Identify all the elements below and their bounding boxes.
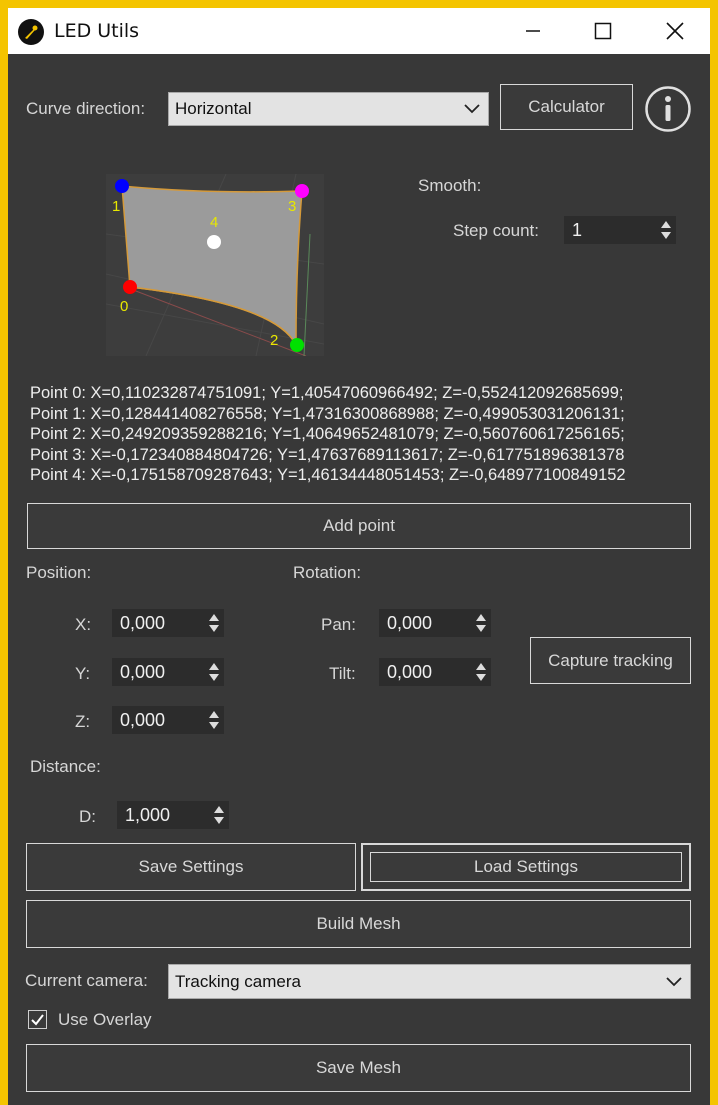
app-window: LED Utils Curve direction: Horizontal Ca…	[0, 0, 718, 1105]
position-y-label: Y:	[75, 664, 91, 683]
pan-value: 0,000	[387, 612, 433, 633]
distance-label: Distance:	[30, 757, 101, 776]
title-bar[interactable]: LED Utils	[8, 8, 710, 54]
marker-1	[115, 179, 129, 193]
curve-direction-select[interactable]: Horizontal	[168, 92, 489, 126]
use-overlay-checkbox[interactable]	[28, 1010, 47, 1029]
maximize-icon	[594, 22, 612, 40]
minimize-button[interactable]	[498, 8, 568, 54]
step-count-label: Step count:	[453, 221, 540, 240]
marker-label-3: 3	[288, 198, 297, 215]
window-title: LED Utils	[54, 20, 140, 42]
position-x-label: X:	[75, 615, 92, 634]
position-y-spinner[interactable]: 0,000	[112, 658, 224, 686]
point-row: Point 0: X=0,110232874751091; Y=1,405470…	[30, 384, 624, 402]
pan-spinner[interactable]: 0,000	[379, 609, 491, 637]
spin-arrows-icon[interactable]	[208, 613, 220, 633]
app-logo-icon	[18, 19, 44, 45]
step-count-spinner[interactable]: 1	[564, 216, 676, 244]
save-settings-button[interactable]: Save Settings	[26, 843, 356, 891]
chevron-down-icon	[464, 104, 480, 114]
position-y-value: 0,000	[120, 661, 166, 682]
spin-arrows-icon[interactable]	[213, 805, 225, 825]
curve-direction-value: Horizontal	[175, 99, 252, 118]
marker-2	[290, 338, 304, 352]
rotation-label: Rotation:	[293, 563, 362, 582]
distance-d-label: D:	[79, 807, 96, 826]
spin-arrows-icon[interactable]	[208, 710, 220, 730]
add-point-button[interactable]: Add point	[27, 503, 691, 549]
position-z-label: Z:	[75, 712, 91, 731]
spin-arrows-icon[interactable]	[660, 220, 672, 240]
curve-preview: 1 3 4 0 2	[105, 173, 325, 357]
maximize-button[interactable]	[568, 8, 638, 54]
marker-0	[123, 280, 137, 294]
spin-arrows-icon[interactable]	[475, 613, 487, 633]
main-panel: Curve direction: Horizontal Calculator 1…	[8, 54, 710, 1105]
marker-label-2: 2	[270, 332, 279, 349]
distance-value: 1,000	[125, 804, 171, 825]
close-icon	[666, 22, 684, 40]
current-camera-select[interactable]: Tracking camera	[168, 964, 691, 999]
curve-direction-label: Curve direction:	[26, 99, 146, 118]
marker-label-1: 1	[112, 198, 121, 215]
use-overlay-label: Use Overlay	[58, 1010, 152, 1029]
current-camera-value: Tracking camera	[175, 971, 301, 991]
points-list: Point 0: X=0,110232874751091; Y=1,405470…	[30, 383, 626, 486]
current-camera-label: Current camera:	[25, 971, 148, 990]
position-z-spinner[interactable]: 0,000	[112, 706, 224, 734]
spin-arrows-icon[interactable]	[475, 662, 487, 682]
load-settings-label: Load Settings	[474, 857, 578, 876]
info-button[interactable]	[644, 85, 692, 133]
tilt-label: Tilt:	[329, 664, 356, 683]
close-button[interactable]	[640, 8, 710, 54]
load-settings-button[interactable]: Load Settings	[361, 843, 691, 891]
info-icon	[645, 86, 691, 132]
marker-4	[207, 235, 221, 249]
calculator-button[interactable]: Calculator	[500, 84, 633, 130]
position-x-value: 0,000	[120, 612, 166, 633]
step-count-value: 1	[572, 219, 583, 240]
point-row: Point 1: X=0,128441408276558; Y=1,473163…	[30, 404, 625, 423]
minimize-icon	[526, 30, 540, 32]
marker-3	[295, 184, 309, 198]
spin-arrows-icon[interactable]	[208, 662, 220, 682]
tilt-value: 0,000	[387, 661, 433, 682]
marker-label-4: 4	[210, 214, 219, 231]
position-z-value: 0,000	[120, 709, 166, 730]
chevron-down-icon	[666, 976, 682, 986]
marker-label-0: 0	[120, 298, 129, 315]
build-mesh-button[interactable]: Build Mesh	[26, 900, 691, 948]
tilt-spinner[interactable]: 0,000	[379, 658, 491, 686]
point-row: Point 4: X=-0,175158709287643; Y=1,46134…	[30, 466, 626, 484]
pan-label: Pan:	[321, 615, 356, 634]
checkmark-icon	[31, 1014, 44, 1026]
smooth-label: Smooth:	[418, 176, 482, 195]
save-mesh-button[interactable]: Save Mesh	[26, 1044, 691, 1092]
point-row: Point 2: X=0,249209359288216; Y=1,406496…	[30, 425, 625, 443]
position-x-spinner[interactable]: 0,000	[112, 609, 224, 637]
point-row: Point 3: X=-0,172340884804726; Y=1,47637…	[30, 445, 625, 464]
capture-tracking-button[interactable]: Capture tracking	[530, 637, 691, 684]
distance-spinner[interactable]: 1,000	[117, 801, 229, 829]
position-label: Position:	[26, 563, 92, 582]
